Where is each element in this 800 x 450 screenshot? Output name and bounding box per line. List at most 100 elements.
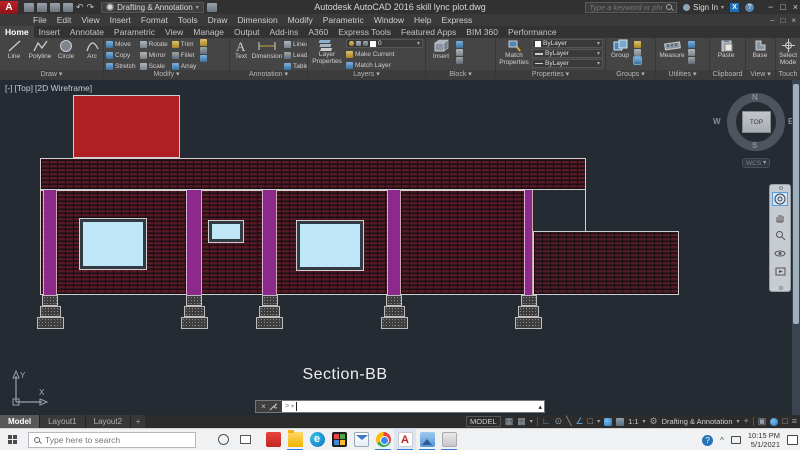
snap-mode-icon[interactable]: ▦	[517, 415, 526, 428]
group-edit-icon[interactable]	[634, 49, 641, 56]
paint-icon[interactable]	[438, 429, 460, 450]
drawing-window-3[interactable]	[296, 220, 364, 271]
plot-icon[interactable]	[63, 2, 73, 12]
paste-button[interactable]: Paste	[712, 39, 740, 59]
action-center-icon[interactable]	[787, 435, 798, 445]
osnap-tracking-icon[interactable]: ∠	[576, 415, 584, 428]
line-tool[interactable]: Line	[2, 39, 26, 60]
layer-properties-button[interactable]: Layer Properties	[310, 39, 344, 65]
trim-tool[interactable]: Trim	[171, 39, 197, 49]
drawing-column-4[interactable]	[387, 190, 401, 296]
drawing-footing-5[interactable]	[515, 317, 542, 329]
drawing-footing-4[interactable]	[381, 317, 408, 329]
panel-label-block[interactable]: Block ▾	[426, 70, 495, 80]
panel-label-touch[interactable]: Touch	[776, 70, 800, 80]
pan-hand-icon[interactable]	[772, 210, 788, 224]
chevron-down-icon[interactable]: ▾	[737, 418, 740, 425]
navbar-customize-icon[interactable]	[779, 286, 783, 290]
drawing-footing-1[interactable]	[40, 306, 61, 317]
menu-insert[interactable]: Insert	[105, 15, 136, 25]
chevron-down-icon[interactable]: ▾	[291, 403, 294, 410]
match-properties-button[interactable]: Match Properties	[498, 39, 530, 66]
panel-label-annotation[interactable]: Annotation ▾	[230, 70, 307, 80]
tab-featured-apps[interactable]: Featured Apps	[396, 26, 461, 38]
navbar-customize-icon[interactable]	[779, 186, 783, 190]
panel-label-clipboard[interactable]: Clipboard	[710, 70, 745, 80]
move-tool[interactable]: Move	[106, 39, 136, 49]
base-view-button[interactable]: Base	[748, 39, 772, 59]
viewport-menu-control[interactable]: [-]	[5, 83, 13, 93]
drawing-footing-4[interactable]	[386, 295, 402, 306]
menu-dimension[interactable]: Dimension	[233, 15, 283, 25]
drawing-footing-2[interactable]	[181, 317, 208, 329]
model-space-button[interactable]: MODEL	[466, 416, 501, 427]
store-icon[interactable]	[328, 429, 350, 450]
drawing-footing-5[interactable]	[518, 306, 539, 317]
annotation-scale-button[interactable]: 1:1	[628, 415, 638, 428]
panel-label-utilities[interactable]: Utilities ▾	[656, 70, 709, 80]
edge-icon[interactable]: e	[306, 429, 328, 450]
dimension-tool[interactable]: Dimension	[252, 39, 282, 60]
scrollbar-thumb[interactable]	[793, 84, 799, 324]
tab-annotate[interactable]: Annotate	[65, 26, 109, 38]
menu-format[interactable]: Format	[136, 15, 173, 25]
insert-block-button[interactable]: Insert	[428, 39, 454, 60]
drawing-parapet-block[interactable]	[73, 95, 180, 158]
text-tool[interactable]: A Text	[232, 39, 250, 60]
drawing-footing-3[interactable]	[259, 306, 280, 317]
menu-view[interactable]: View	[76, 15, 104, 25]
tab-view[interactable]: View	[160, 26, 188, 38]
minimize-button[interactable]: −	[768, 2, 773, 12]
ortho-mode-icon[interactable]: ∟	[542, 415, 551, 428]
qat-extra-icon[interactable]	[206, 2, 217, 12]
menu-window[interactable]: Window	[369, 15, 409, 25]
menu-parametric[interactable]: Parametric	[318, 15, 369, 25]
full-navigation-wheel-icon[interactable]	[772, 192, 788, 206]
tab-a360[interactable]: A360	[303, 26, 333, 38]
drawing-footing-1[interactable]	[37, 317, 64, 329]
drawing-roof-slab[interactable]	[40, 158, 586, 190]
orbit-icon[interactable]	[772, 246, 788, 260]
autocad-taskbar-icon[interactable]: A	[394, 428, 416, 450]
menu-tools[interactable]: Tools	[173, 15, 203, 25]
arc-tool[interactable]: Arc	[80, 39, 103, 60]
photos-icon[interactable]	[416, 429, 438, 450]
a360-icon[interactable]: X	[730, 2, 740, 12]
object-color-dropdown[interactable]: ByLayer ▾	[532, 39, 603, 48]
drawing-column-5[interactable]	[524, 190, 533, 296]
rotate-tool[interactable]: Rotate	[139, 39, 168, 49]
maximize-button[interactable]: □	[780, 2, 785, 12]
tab-bim360[interactable]: BIM 360	[461, 26, 503, 38]
leader-tool[interactable]: Leader	[284, 50, 307, 60]
file-explorer-icon[interactable]	[284, 429, 306, 450]
new-file-icon[interactable]	[24, 2, 34, 12]
graphics-performance-icon[interactable]	[770, 417, 779, 426]
drawing-canvas[interactable]: [-] [Top] [2D Wireframe] Section-BB Y X	[0, 80, 800, 415]
showmotion-icon[interactable]	[772, 264, 788, 278]
doc-restore-button[interactable]: □	[780, 16, 785, 25]
drawing-window-1[interactable]	[79, 218, 147, 270]
isodraft-icon[interactable]: ╲	[566, 415, 571, 428]
help-search-box[interactable]	[585, 1, 678, 13]
tab-parametric[interactable]: Parametric	[109, 26, 160, 38]
match-layer-button[interactable]: Match Layer	[346, 60, 423, 70]
recent-commands-icon[interactable]: ▴	[538, 403, 544, 411]
drawing-footing-4[interactable]	[384, 306, 405, 317]
autocad-logo-icon[interactable]: A	[0, 0, 18, 14]
erase-tool-icon[interactable]	[200, 39, 208, 46]
polar-tracking-icon[interactable]: ⊙	[555, 415, 563, 428]
viewcube-top-face[interactable]: TOP	[742, 111, 771, 133]
open-file-icon[interactable]	[37, 2, 47, 12]
doc-minimize-button[interactable]: −	[770, 16, 775, 25]
command-input[interactable]: > ▾	[282, 401, 538, 412]
close-button[interactable]: ×	[793, 2, 798, 12]
customization-icon[interactable]: +	[744, 415, 749, 428]
panel-label-view[interactable]: View ▾	[746, 70, 775, 80]
group-button[interactable]: Group	[608, 39, 632, 59]
block-editor-icon[interactable]	[456, 57, 463, 64]
offset-tool-icon[interactable]	[200, 55, 208, 62]
panel-label-modify[interactable]: Modify ▾	[104, 70, 229, 80]
linear-tool[interactable]: Linear	[284, 39, 307, 49]
workspace-selector[interactable]: Drafting & Annotation ▾	[101, 1, 204, 13]
menu-modify[interactable]: Modify	[283, 15, 318, 25]
